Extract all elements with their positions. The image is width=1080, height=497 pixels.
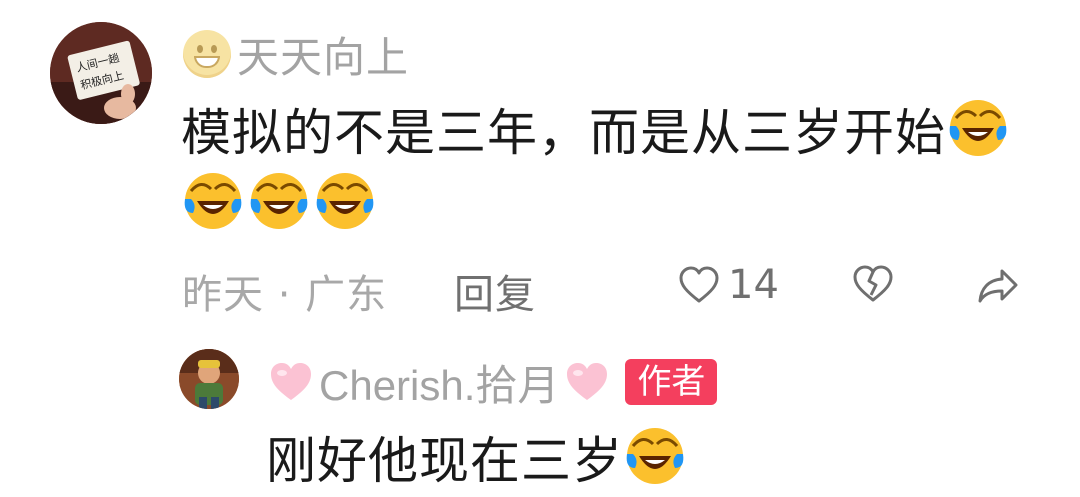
- laughing-crying-icon: [184, 173, 242, 229]
- like-count: 14: [728, 262, 779, 308]
- commenter-avatar[interactable]: 人间一趟 积极向上: [50, 22, 152, 124]
- comment-text: 模拟的不是三年，而是从三岁开始: [181, 104, 946, 162]
- comment-time-location: 昨天 · 广东: [182, 262, 387, 320]
- reply-author-avatar[interactable]: [179, 349, 239, 409]
- reply-button[interactable]: 回复: [454, 262, 536, 320]
- avatar-image: [179, 349, 239, 409]
- meta-separator: ·: [277, 272, 292, 318]
- like-button[interactable]: 14: [678, 262, 779, 308]
- pink-heart-icon: [567, 363, 608, 400]
- avatar-image: 人间一趟 积极向上: [50, 22, 152, 124]
- grinning-face-icon: [183, 30, 231, 78]
- comment-location: 广东: [305, 272, 388, 318]
- reply-author-username[interactable]: Cherish.拾月: [319, 352, 559, 413]
- comment-meta-row: 昨天 · 广东 回复 14: [182, 258, 1032, 318]
- share-button[interactable]: [976, 266, 1020, 306]
- author-badge: 作者: [625, 359, 718, 405]
- laughing-crying-icon: [316, 173, 374, 229]
- reply-body: 刚好他现在三岁: [266, 424, 689, 494]
- comment-body: 模拟的不是三年，而是从三岁开始: [181, 96, 1041, 242]
- reply-header: Cherish.拾月 作者: [267, 352, 718, 413]
- comment-time: 昨天: [182, 272, 264, 318]
- heart-outline-icon: [679, 266, 719, 303]
- commenter-username[interactable]: 天天向上: [237, 24, 409, 85]
- broken-heart-icon: [853, 265, 893, 302]
- laughing-crying-icon: [626, 428, 684, 484]
- reply-text: 刚好他现在三岁: [266, 432, 623, 490]
- comment-thread: 人间一趟 积极向上 天天向上 模拟的不是三年，而是从三岁开始 昨天 · 广东 回…: [0, 0, 1080, 497]
- pink-heart-icon: [271, 363, 311, 400]
- share-arrow-icon: [978, 269, 1018, 303]
- comment-header: 天天向上: [183, 26, 409, 82]
- dislike-button[interactable]: [852, 264, 894, 304]
- laughing-crying-icon: [949, 100, 1007, 156]
- laughing-crying-icon: [250, 173, 308, 229]
